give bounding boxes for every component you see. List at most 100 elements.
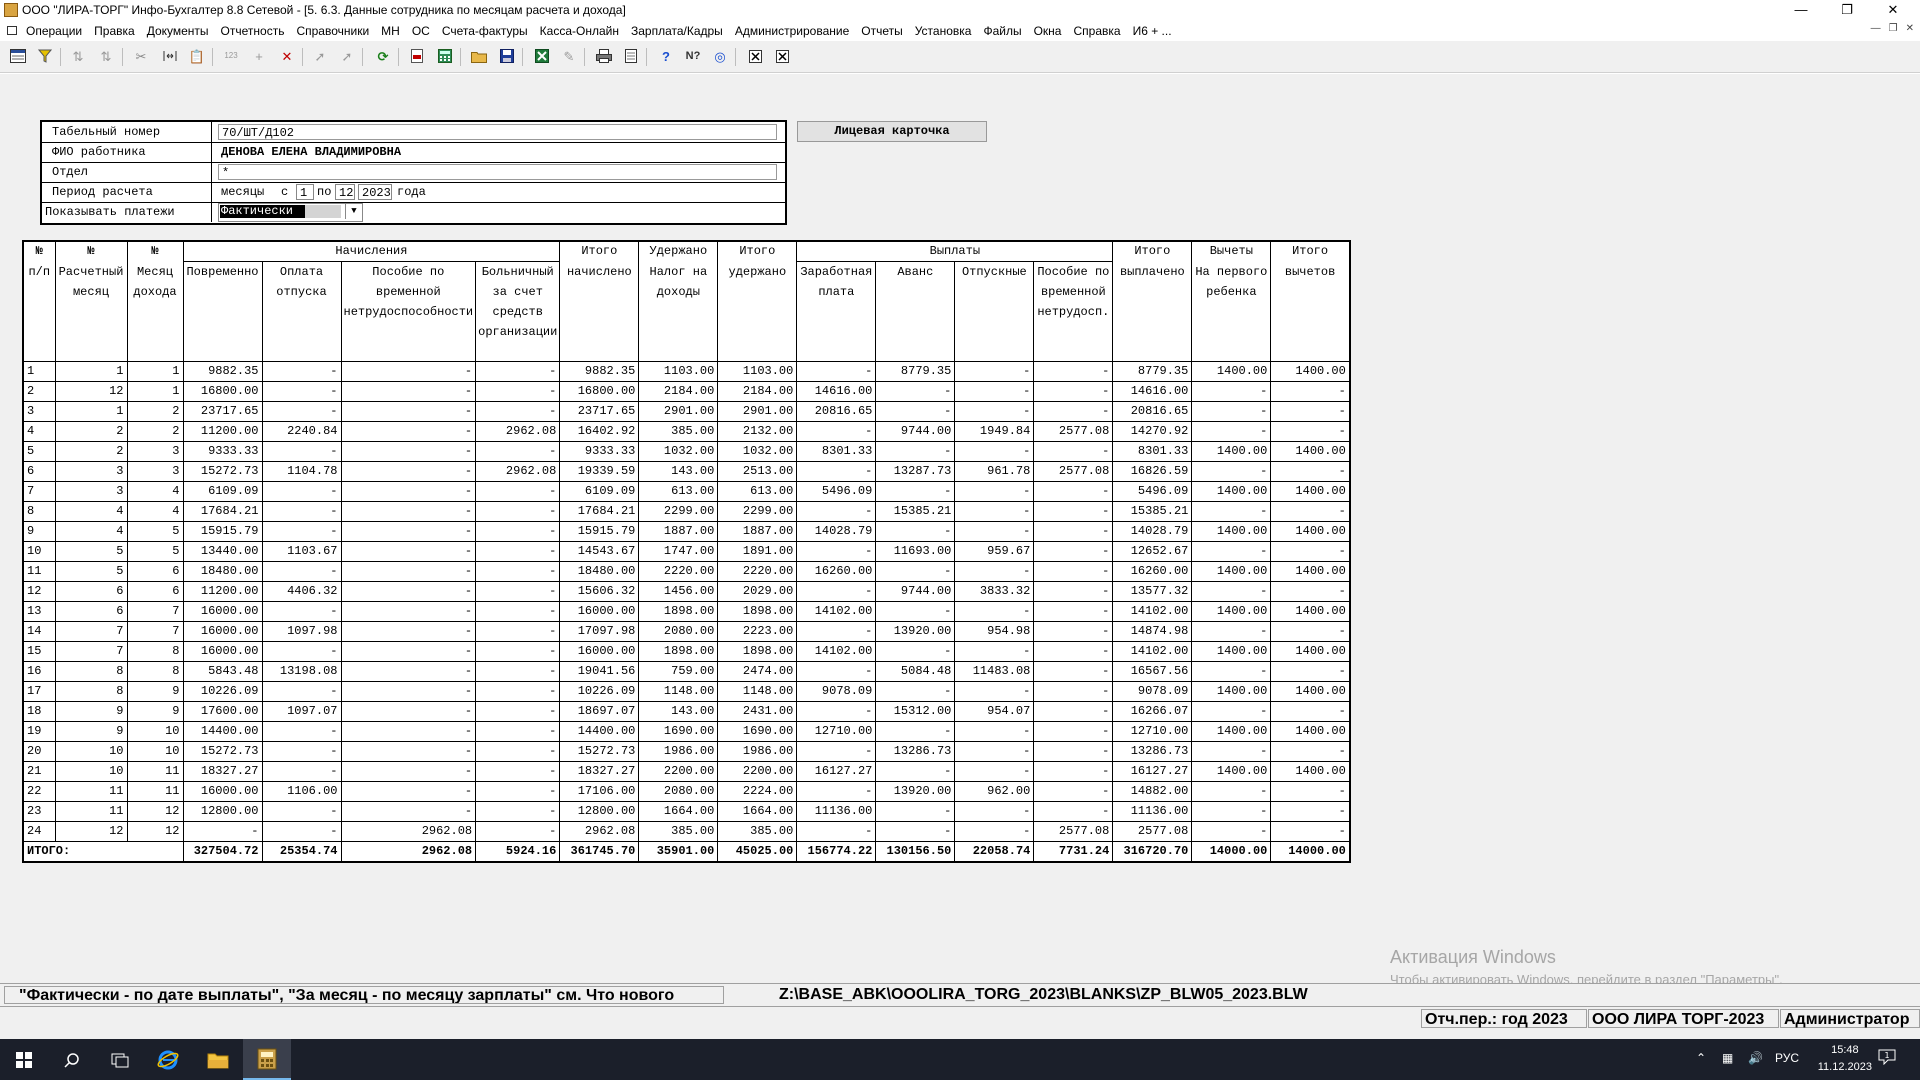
table-cell[interactable]: 17097.98	[559, 621, 640, 642]
table-cell[interactable]: 12800.00	[182, 801, 263, 822]
filter-icon[interactable]	[36, 47, 54, 65]
table-cell[interactable]: 2299.00	[717, 501, 798, 522]
total-cell[interactable]: 22058.74	[954, 841, 1035, 863]
table-cell[interactable]: 954.98	[954, 621, 1035, 642]
table-cell[interactable]: 2	[54, 441, 128, 462]
table-cell[interactable]: 961.78	[954, 461, 1035, 482]
table-cell[interactable]: 8779.35	[875, 361, 956, 382]
table-cell[interactable]: 12	[126, 821, 184, 842]
table-cell[interactable]: 14874.98	[1112, 621, 1193, 642]
table-cell[interactable]: 1400.00	[1191, 641, 1272, 662]
table-cell[interactable]: -	[340, 541, 477, 562]
table-cell[interactable]: 2200.00	[717, 761, 798, 782]
table-cell[interactable]: 15272.73	[559, 741, 640, 762]
start-icon[interactable]	[0, 1039, 48, 1080]
close-all-icon[interactable]	[773, 47, 791, 65]
table-cell[interactable]: -	[1033, 401, 1114, 422]
restore-icon[interactable]: ❐	[1824, 0, 1870, 21]
table-cell[interactable]: -	[340, 741, 477, 762]
table-cell[interactable]: 6	[22, 461, 56, 482]
col-header-first-child[interactable]: На первого ребенка	[1191, 261, 1272, 362]
table-cell[interactable]: 20816.65	[796, 401, 877, 422]
col-header-time-based[interactable]: Повременно	[182, 261, 263, 362]
table-cell[interactable]: 6	[54, 581, 128, 602]
table-cell[interactable]: 12	[54, 381, 128, 402]
table-cell[interactable]: -	[475, 721, 561, 742]
table-cell[interactable]: 9744.00	[875, 421, 956, 442]
table-cell[interactable]: 16000.00	[182, 781, 263, 802]
table-cell[interactable]: 954.07	[954, 701, 1035, 722]
table-cell[interactable]: 16	[22, 661, 56, 682]
tab-number-field[interactable]: 70/ШТ/Д102	[218, 124, 777, 140]
table-row[interactable]: 21 10 11 18327.27- - -18327.27 2200.00 2200.00 1…	[22, 761, 1351, 782]
table-cell[interactable]: 1	[126, 381, 184, 402]
table-cell[interactable]: 7	[54, 641, 128, 662]
table-cell[interactable]: -	[1033, 521, 1114, 542]
table-cell[interactable]: 1400.00	[1191, 361, 1272, 382]
table-cell[interactable]: 1891.00	[717, 541, 798, 562]
show-payments-select[interactable]: Фактически ▼	[218, 203, 363, 222]
table-cell[interactable]: 2	[126, 401, 184, 422]
col-header-total-accrued[interactable]: начислено	[559, 261, 640, 362]
period-from-input[interactable]: 1	[296, 184, 314, 200]
table-cell[interactable]: 16260.00	[1112, 561, 1193, 582]
table-cell[interactable]: -	[875, 481, 956, 502]
table-cell[interactable]: 1949.84	[954, 421, 1035, 442]
col-header-income-tax[interactable]: Налог на доходы	[638, 261, 719, 362]
table-cell[interactable]: 7	[54, 621, 128, 642]
menu-item-reports[interactable]: Отчеты	[861, 24, 902, 38]
total-cell[interactable]: 35901.00	[638, 841, 719, 863]
table-cell[interactable]: 4	[54, 521, 128, 542]
table-cell[interactable]: 11136.00	[1112, 801, 1193, 822]
table-cell[interactable]: 1103.00	[638, 361, 719, 382]
col-header-number[interactable]: п/п	[22, 261, 56, 362]
table-cell[interactable]: -	[954, 401, 1035, 422]
table-cell[interactable]: 14	[22, 621, 56, 642]
menu-item-i6[interactable]: И6 + ...	[1133, 24, 1172, 38]
table-cell[interactable]: 16567.56	[1112, 661, 1193, 682]
total-cell[interactable]: 327504.72	[182, 841, 263, 863]
table-cell[interactable]: 613.00	[717, 481, 798, 502]
table-cell[interactable]: 11	[22, 561, 56, 582]
table-cell[interactable]: 13198.08	[261, 661, 342, 682]
table-cell[interactable]: -	[475, 441, 561, 462]
table-cell[interactable]: 1104.78	[261, 461, 342, 482]
table-cell[interactable]: 15606.32	[559, 581, 640, 602]
delete-icon[interactable]: ✕	[278, 47, 296, 65]
table-cell[interactable]: -	[1270, 541, 1351, 562]
table-cell[interactable]: 1400.00	[1191, 681, 1272, 702]
table-cell[interactable]: -	[1033, 541, 1114, 562]
table-cell[interactable]: 2901.00	[638, 401, 719, 422]
table-cell[interactable]: 143.00	[638, 461, 719, 482]
table-cell[interactable]: 2577.08	[1033, 461, 1114, 482]
table-cell[interactable]: 19041.56	[559, 661, 640, 682]
table-cell[interactable]: -	[796, 741, 877, 762]
table-cell[interactable]: -	[475, 761, 561, 782]
table-cell[interactable]: 18327.27	[182, 761, 263, 782]
table-cell[interactable]: 959.67	[954, 541, 1035, 562]
table-cell[interactable]: 3	[22, 401, 56, 422]
mdi-minimize-icon[interactable]: —	[1871, 23, 1881, 34]
table-cell[interactable]: 12710.00	[1112, 721, 1193, 742]
table-cell[interactable]: -	[1270, 821, 1351, 842]
table-cell[interactable]: 16402.92	[559, 421, 640, 442]
tools-icon[interactable]: ✎	[560, 47, 578, 65]
table-cell[interactable]: -	[875, 761, 956, 782]
sort-desc-icon[interactable]: ⇅	[97, 47, 115, 65]
table-cell[interactable]: -	[340, 401, 477, 422]
table-cell[interactable]: -	[261, 381, 342, 402]
table-cell[interactable]: 11	[54, 801, 128, 822]
table-cell[interactable]: -	[954, 381, 1035, 402]
table-cell[interactable]: 1148.00	[717, 681, 798, 702]
total-cell[interactable]: 14000.00	[1270, 841, 1351, 863]
table-row[interactable]: 13 6 7 16000.00- - -16000.00 1898.00 1898.00 141…	[22, 601, 1351, 622]
table-cell[interactable]: -	[1033, 441, 1114, 462]
table-cell[interactable]: 10	[54, 741, 128, 762]
table-cell[interactable]: 1148.00	[638, 681, 719, 702]
col-header-sick-paid[interactable]: Пособие по временной нетрудосп.	[1033, 261, 1114, 362]
table-cell[interactable]: 1400.00	[1191, 481, 1272, 502]
table-cell[interactable]: -	[261, 681, 342, 702]
table-cell[interactable]: 5	[22, 441, 56, 462]
table-cell[interactable]: -	[475, 481, 561, 502]
table-cell[interactable]: 10	[126, 721, 184, 742]
